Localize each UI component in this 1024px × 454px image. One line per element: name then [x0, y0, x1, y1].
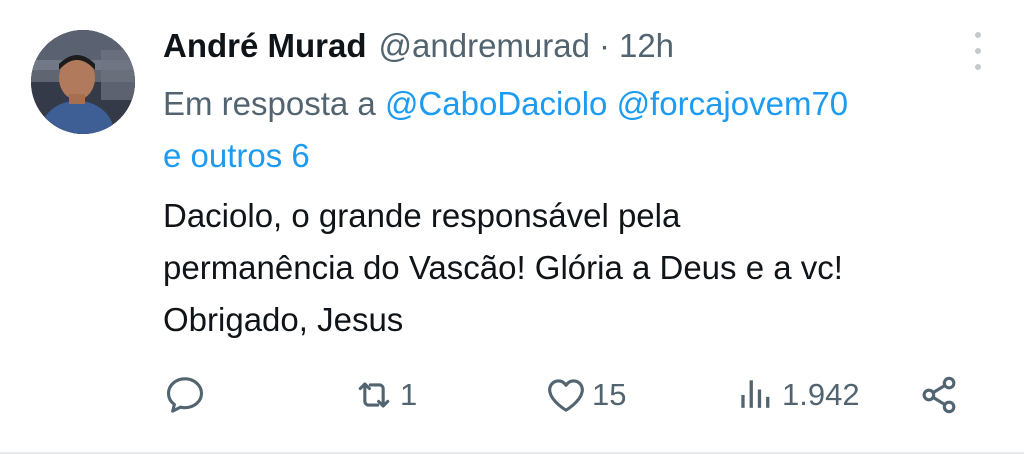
reply-prefix: Em resposta a — [163, 85, 376, 122]
others-link[interactable]: e outros 6 — [163, 137, 310, 174]
tweet-text-line: Daciolo, o grande responsável pela — [163, 197, 681, 234]
share-button[interactable] — [917, 372, 965, 418]
tweet-card[interactable]: André Murad @andremurad · 12h Em respost… — [0, 0, 1024, 454]
retweet-icon — [358, 382, 390, 408]
separator-dot: · — [598, 27, 610, 64]
more-options-icon[interactable] — [972, 32, 984, 70]
views-icon — [741, 380, 770, 408]
tweet-text-line: permanência do Vascão! Glória a Deus e a… — [163, 249, 843, 286]
views-button[interactable]: 1.942 — [734, 372, 860, 418]
tweet-header: André Murad @andremurad · 12h — [163, 24, 984, 68]
avatar-photo — [31, 30, 135, 134]
timestamp[interactable]: 12h — [619, 24, 674, 68]
reply-icon — [166, 377, 204, 413]
author-name[interactable]: André Murad — [163, 24, 367, 68]
avatar[interactable] — [31, 30, 135, 134]
like-count: 15 — [592, 377, 627, 412]
reply-context: Em resposta a @CaboDaciolo @forcajovem70… — [163, 78, 984, 182]
action-bar: 1 15 1.942 — [163, 372, 973, 418]
author-handle[interactable]: @andremurad — [379, 24, 590, 68]
like-button[interactable]: 15 — [544, 372, 626, 418]
retweet-count: 1 — [400, 377, 418, 412]
tweet-content: André Murad @andremurad · 12h Em respost… — [163, 24, 984, 346]
retweet-button[interactable]: 1 — [352, 372, 417, 418]
views-count: 1.942 — [782, 377, 860, 412]
heart-icon — [548, 379, 584, 412]
reply-button[interactable] — [163, 372, 211, 418]
tweet-text-line: Obrigado, Jesus — [163, 301, 404, 338]
mention-link[interactable]: @forcajovem70 — [617, 85, 849, 122]
share-icon — [922, 376, 956, 414]
tweet-text: Daciolo, o grande responsável pela perma… — [163, 190, 984, 346]
mention-link[interactable]: @CaboDaciolo — [385, 85, 607, 122]
